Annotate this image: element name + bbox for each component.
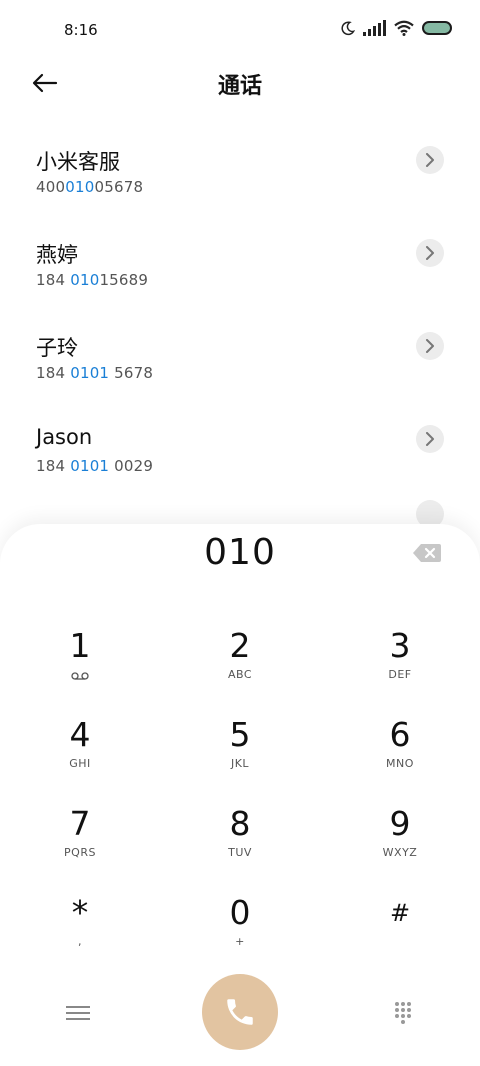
dial-key-2[interactable]: 2 ABC	[170, 626, 310, 706]
status-icons	[340, 20, 452, 36]
contact-name: 燕婷	[36, 243, 78, 267]
chevron-right-icon	[426, 153, 434, 167]
status-bar: 8:16	[0, 0, 480, 60]
contact-detail-button[interactable]	[416, 425, 444, 453]
call-button[interactable]	[202, 974, 278, 1050]
dial-key-9[interactable]: 9 WXYZ	[330, 804, 470, 884]
dial-key-hash[interactable]: #	[330, 893, 470, 973]
wifi-icon	[394, 20, 414, 36]
dialpad-icon[interactable]	[394, 1002, 412, 1024]
dialed-number: 010	[204, 532, 276, 573]
dial-key-6[interactable]: 6 MNO	[330, 715, 470, 795]
contact-number: 184 0101 5678	[36, 364, 154, 382]
contact-row[interactable]: 燕婷 184 01015689	[0, 221, 480, 314]
dial-key-1[interactable]: 1	[10, 626, 150, 706]
dial-key-4[interactable]: 4 GHI	[10, 715, 150, 795]
battery-icon	[422, 21, 452, 35]
dialpad-panel: 010 1 2 ABC 3 DEF 4 GHI 5 JKL 6 MNO 7 PQ…	[0, 524, 480, 1066]
contact-name: 小米客服	[36, 150, 120, 174]
contact-name: Jason	[36, 425, 93, 449]
chevron-right-icon	[426, 432, 434, 446]
contact-row[interactable]: 子玲 184 0101 5678	[0, 314, 480, 407]
dial-key-5[interactable]: 5 JKL	[170, 715, 310, 795]
contact-detail-button[interactable]	[416, 146, 444, 174]
contact-name: 子玲	[36, 336, 78, 360]
contact-row[interactable]: Jason 184 0101 0029	[0, 407, 480, 500]
contact-number: 40001005678	[36, 178, 144, 196]
dial-key-7[interactable]: 7 PQRS	[10, 804, 150, 884]
voicemail-icon	[71, 672, 89, 680]
menu-icon[interactable]	[66, 1002, 90, 1024]
status-time: 8:16	[64, 21, 98, 39]
phone-icon	[227, 999, 253, 1025]
contact-row[interactable]: 小米客服 40001005678	[0, 128, 480, 221]
contact-number: 184 0101 0029	[36, 457, 154, 475]
dial-key-0[interactable]: 0 +	[170, 893, 310, 973]
backspace-icon[interactable]	[412, 543, 442, 563]
page-title: 通话	[217, 74, 262, 99]
contact-number: 184 01015689	[36, 271, 149, 289]
signal-icon	[363, 20, 386, 36]
chevron-right-icon	[426, 246, 434, 260]
dial-key-star[interactable]: * ,	[10, 893, 150, 973]
dial-key-8[interactable]: 8 TUV	[170, 804, 310, 884]
chevron-right-icon	[426, 339, 434, 353]
dial-key-3[interactable]: 3 DEF	[330, 626, 470, 706]
contact-detail-button[interactable]	[416, 332, 444, 360]
contact-detail-button[interactable]	[416, 239, 444, 267]
header: 通话	[0, 60, 480, 106]
moon-icon	[341, 20, 355, 35]
